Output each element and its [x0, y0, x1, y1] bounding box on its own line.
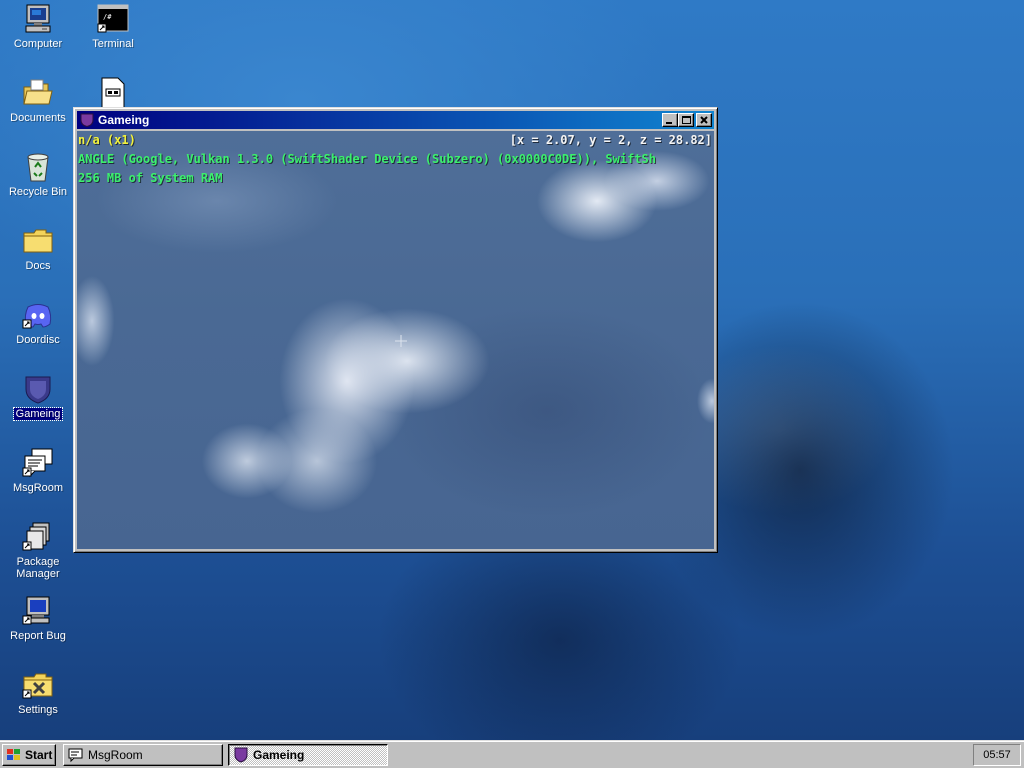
package-manager-icon	[22, 521, 54, 553]
hud-renderer: ANGLE (Google, Vulkan 1.3.0 (SwiftShader…	[78, 152, 656, 166]
window-title: Gameing	[98, 113, 150, 127]
maximize-button[interactable]	[678, 113, 694, 127]
report-bug-icon	[22, 595, 54, 627]
desktop-icon-label: Documents	[10, 112, 66, 124]
desktop-icon-label: Recycle Bin	[8, 186, 68, 198]
minimize-button[interactable]	[662, 113, 678, 127]
hud-coordinates: [x = 2.07, y = 2, z = 28.82]	[509, 133, 712, 147]
taskbar-item-gameing[interactable]: Gameing	[228, 744, 388, 766]
desktop-icon-label: Gameing	[12, 407, 64, 421]
desktop-icon-package-manager[interactable]: Package Manager	[0, 521, 76, 580]
folder-icon	[22, 225, 54, 257]
desktop-icon-label: Terminal	[92, 38, 134, 50]
desktop-icon-label: Computer	[13, 38, 63, 50]
close-icon	[700, 116, 708, 124]
desktop-icon-label: Package Manager	[16, 556, 60, 580]
gameing-icon	[22, 373, 54, 405]
terminal-icon: /#	[97, 3, 129, 35]
windows-logo-icon	[7, 749, 20, 760]
desktop-icon-doordisc[interactable]: Doordisc	[0, 299, 76, 346]
msgroom-icon	[22, 447, 54, 479]
desktop-icon-recycle-bin[interactable]: Recycle Bin	[0, 151, 76, 198]
system-tray: 05:57	[973, 744, 1021, 766]
recycle-bin-icon	[22, 151, 54, 183]
window-titlebar[interactable]: Gameing	[77, 111, 714, 129]
clock[interactable]: 05:57	[983, 749, 1011, 761]
game-viewport[interactable]: n/a (x1) [x = 2.07, y = 2, z = 28.82] AN…	[77, 131, 714, 549]
desktop-icon-msgroom[interactable]: MsgRoom	[0, 447, 76, 494]
start-button[interactable]: Start	[2, 744, 56, 766]
gameing-window[interactable]: Gameing n/a (x1) [x = 2.07, y = 2, z = 2…	[73, 107, 718, 553]
folder-open-icon	[22, 77, 54, 109]
desktop-icon-docs[interactable]: Docs	[0, 225, 76, 272]
desktop-icon-label: Docs	[25, 260, 51, 272]
settings-icon	[22, 669, 54, 701]
computer-icon	[22, 3, 54, 35]
desktop-icon-computer[interactable]: Computer	[0, 3, 76, 50]
start-label: Start	[25, 748, 53, 762]
gameing-icon	[234, 747, 248, 763]
desktop-icon-label: Settings	[18, 704, 58, 716]
discord-icon	[22, 299, 54, 331]
maximize-icon	[682, 116, 691, 124]
desktop-icon-gameing[interactable]: Gameing	[0, 373, 76, 421]
document-file-icon	[97, 77, 129, 109]
taskbar-item-label: MsgRoom	[88, 748, 143, 762]
hud-fps: n/a (x1)	[78, 133, 136, 147]
hud-memory: 256 MB of System RAM	[78, 171, 223, 185]
msgroom-icon	[68, 748, 83, 763]
desktop-icon-label: Doordisc	[16, 334, 60, 346]
taskbar-item-msgroom[interactable]: MsgRoom	[63, 744, 223, 766]
desktop-icon-label: MsgRoom	[12, 482, 64, 494]
desktop-icon-documents[interactable]: Documents	[0, 77, 76, 124]
crosshair-icon	[395, 335, 407, 347]
close-button[interactable]	[696, 113, 712, 127]
desktop-icon-label: Report Bug	[10, 630, 66, 642]
desktop-icon-terminal[interactable]: /# Terminal	[75, 3, 151, 50]
gameing-icon	[80, 113, 94, 127]
svg-text:/#: /#	[103, 13, 112, 21]
minimize-icon	[666, 122, 672, 124]
desktop-icon-settings[interactable]: Settings	[0, 669, 76, 716]
taskbar: Start MsgRoom Gameing 05:57	[0, 740, 1024, 768]
desktop-icon-report-bug[interactable]: Report Bug	[0, 595, 76, 642]
taskbar-item-label: Gameing	[253, 748, 305, 762]
